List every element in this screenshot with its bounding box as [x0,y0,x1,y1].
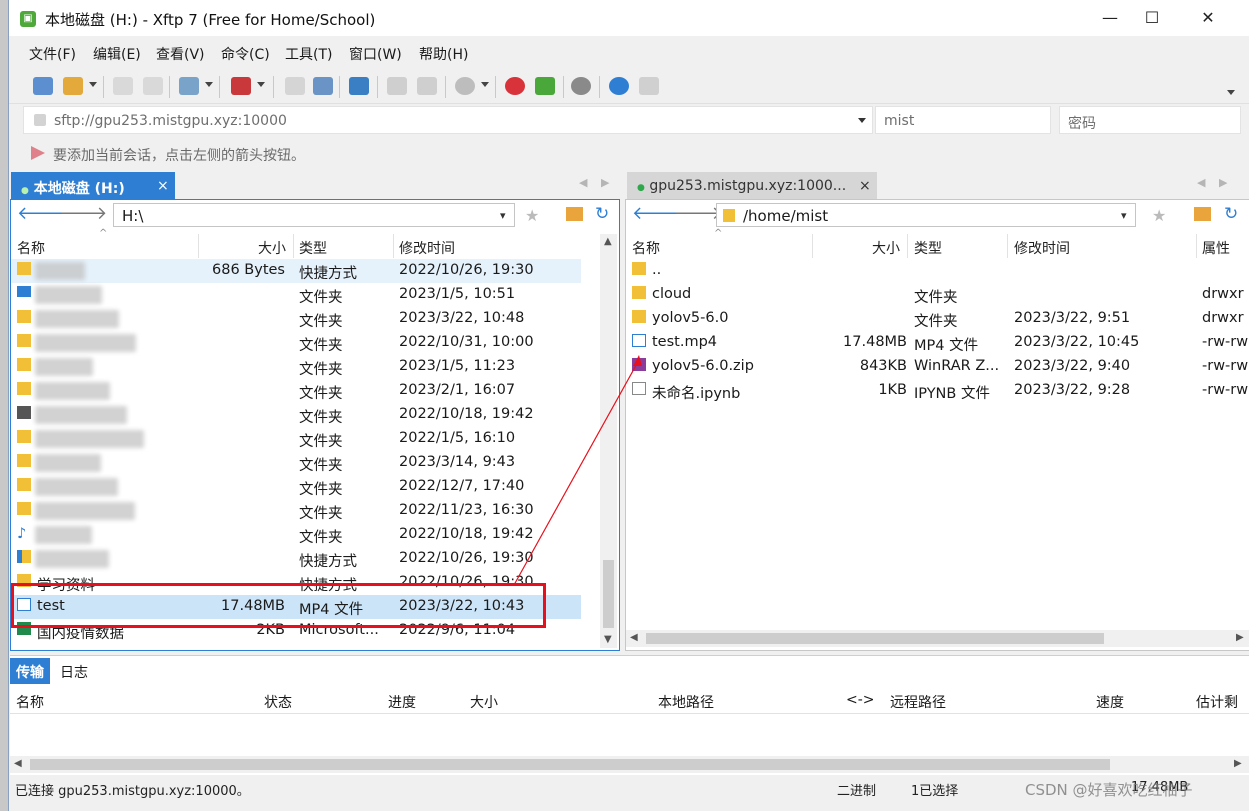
col-remote-path[interactable]: 远程路径 [890,692,946,712]
col-progress[interactable]: 进度 [388,692,416,712]
transfer-panel: 传输 日志 名称 状态 进度 大小 本地路径 <-> 远程路径 速度 估计剩 ◀… [10,655,1249,775]
col-status[interactable]: 状态 [264,692,292,712]
transfer-mode[interactable]: 二进制 [837,780,876,799]
connection-status: 已连接 gpu253.mistgpu.xyz:10000。 [15,784,250,799]
transfer-horizontal-scrollbar[interactable]: ◀ ▶ [10,756,1249,773]
scroll-thumb[interactable] [30,759,1110,770]
col-size[interactable]: 大小 [470,692,498,712]
col-local-path[interactable]: 本地路径 [658,692,714,712]
col-eta[interactable]: 估计剩 [1196,692,1238,712]
csdn-watermark: CSDN @好喜欢吃红柚子 [1025,781,1193,799]
col-name[interactable]: 名称 [16,692,44,712]
tab-log[interactable]: 日志 [54,658,94,684]
scroll-left-icon[interactable]: ◀ [14,758,22,769]
scroll-right-icon[interactable]: ▶ [1234,758,1242,769]
tab-transfer[interactable]: 传输 [10,658,50,684]
col-direction[interactable]: <-> [846,692,875,708]
xftp-window: ▣ 本地磁盘 (H:) - Xftp 7 (Free for Home/Scho… [8,0,1249,811]
transfer-column-header: 名称 状态 进度 大小 本地路径 <-> 远程路径 速度 估计剩 [10,688,1249,714]
col-speed[interactable]: 速度 [1096,692,1124,712]
selection-count: 1已选择 [911,784,959,799]
status-bar: 已连接 gpu253.mistgpu.xyz:10000。 二进制 1已选择 1… [9,775,1249,803]
